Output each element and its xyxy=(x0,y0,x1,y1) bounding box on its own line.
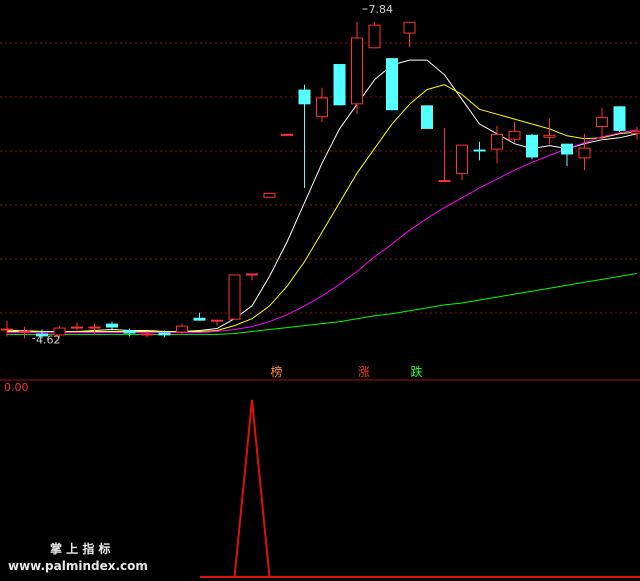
candle-body xyxy=(193,317,206,321)
candle-16 xyxy=(281,133,293,136)
candle-19 xyxy=(333,64,346,106)
indicator-value-label: 0.00 xyxy=(4,381,29,394)
candle-body xyxy=(491,133,503,150)
candle-31 xyxy=(543,118,556,145)
candle-20 xyxy=(351,21,363,115)
candle-body xyxy=(386,58,398,111)
signal-marker-0: 榜 xyxy=(270,364,282,379)
candle-body xyxy=(123,330,136,334)
candle-body xyxy=(351,37,363,105)
candle-32 xyxy=(561,143,573,167)
candle-body xyxy=(1,328,13,331)
candle-body xyxy=(508,130,521,140)
candle-14 xyxy=(246,273,258,281)
candle-22 xyxy=(386,58,398,111)
candle-4 xyxy=(71,322,83,331)
high-price-label: 7.84 xyxy=(369,3,394,16)
candle-body xyxy=(158,332,171,336)
ma20-line xyxy=(7,129,638,333)
candle-33 xyxy=(578,133,591,171)
candle-body xyxy=(613,106,626,131)
candle-body xyxy=(18,330,31,333)
signal-marker-layer: 榜涨跌 xyxy=(270,364,422,379)
stock-chart-window: 7.84 4.62 0.00 榜 涨 跌 掌 上 指 标 www.palmindex… xyxy=(0,0,640,581)
candle-body xyxy=(246,273,258,276)
candle-25 xyxy=(438,127,451,183)
candle-30 xyxy=(526,133,538,160)
candle-21 xyxy=(368,21,381,49)
indicator-spike xyxy=(233,399,271,578)
ma60-line xyxy=(7,273,638,335)
candle-24 xyxy=(421,105,433,129)
candle-body xyxy=(368,24,381,49)
candle-body xyxy=(438,180,451,183)
watermark-title: 掌 上 指 标 xyxy=(50,541,111,556)
candle-body xyxy=(316,97,328,118)
candle-body xyxy=(473,149,486,152)
candle-body xyxy=(71,326,83,329)
grid-layer xyxy=(0,42,640,381)
indicator-panel xyxy=(200,399,640,578)
candle-17 xyxy=(298,84,311,188)
candle-34 xyxy=(596,108,608,140)
candle-26 xyxy=(456,144,468,181)
candle-body xyxy=(561,143,573,155)
candle-body xyxy=(281,133,293,136)
candle-body xyxy=(421,105,433,129)
low-price-label: 4.62 xyxy=(36,333,61,346)
candle-body xyxy=(596,117,608,127)
candlestick-layer xyxy=(1,21,640,339)
candle-body xyxy=(228,274,241,320)
watermark-url: www.palmindex.com xyxy=(8,559,148,573)
candle-7 xyxy=(123,328,136,337)
candle-6 xyxy=(106,321,118,331)
candle-35 xyxy=(613,106,626,132)
signal-marker-1: 涨 xyxy=(358,364,370,379)
candle-body xyxy=(106,323,118,328)
candle-36 xyxy=(631,126,640,140)
candle-29 xyxy=(508,122,521,143)
kline-chart: 7.84 4.62 0.00 榜 涨 跌 掌 上 指 标 www.palmindex… xyxy=(0,3,640,578)
candle-body xyxy=(176,325,188,333)
candle-body xyxy=(333,64,346,106)
candle-11 xyxy=(193,312,206,321)
signal-marker-2: 跌 xyxy=(410,364,422,379)
watermark: 掌 上 指 标 www.palmindex.com xyxy=(8,541,148,573)
candle-body xyxy=(141,333,153,336)
candle-body xyxy=(543,134,556,138)
candle-body xyxy=(88,326,101,329)
candle-body xyxy=(526,134,538,158)
candle-body xyxy=(403,21,416,34)
candle-body xyxy=(211,319,223,322)
candle-18 xyxy=(316,87,328,123)
candle-12 xyxy=(211,319,223,326)
candle-body xyxy=(298,89,311,105)
candle-body xyxy=(263,192,276,198)
candle-body xyxy=(631,130,640,134)
candle-1 xyxy=(18,326,31,339)
candle-body xyxy=(578,147,591,159)
candle-27 xyxy=(473,141,486,161)
candle-13 xyxy=(228,274,241,320)
candle-body xyxy=(456,144,468,175)
candle-15 xyxy=(263,192,276,198)
